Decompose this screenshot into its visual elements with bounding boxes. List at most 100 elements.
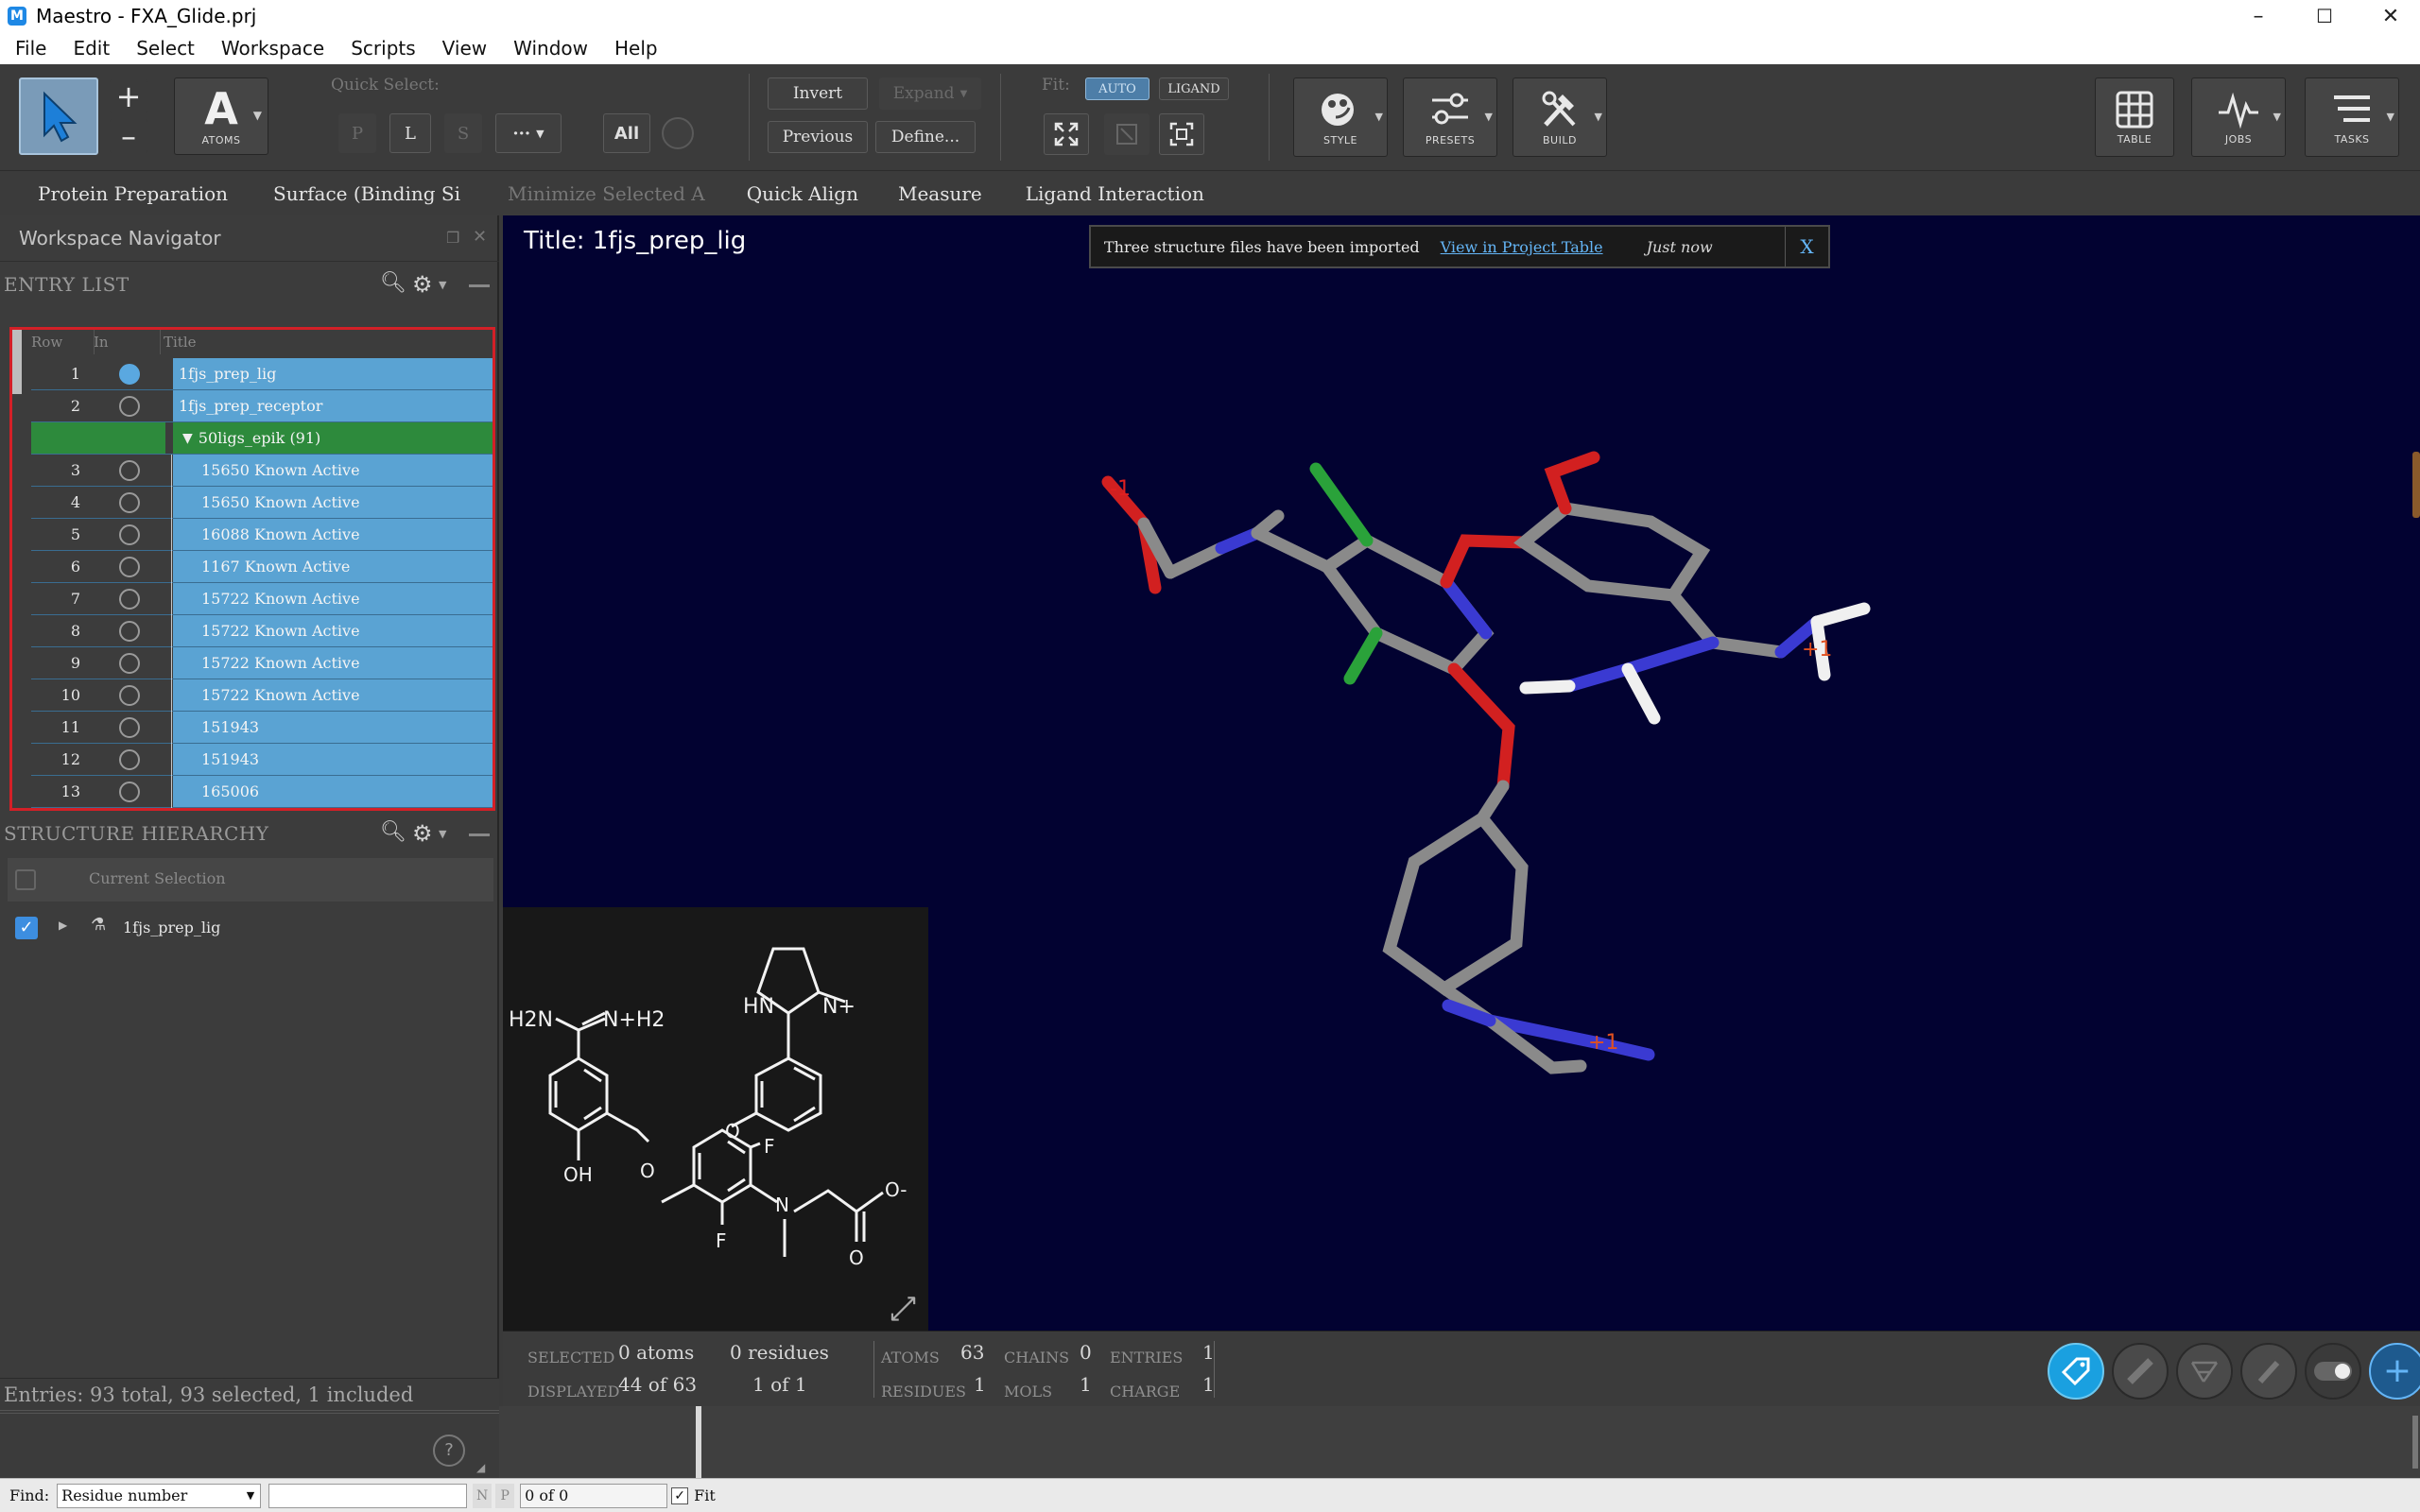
- quick-select-ligand[interactable]: L: [389, 113, 431, 153]
- jobs-button[interactable]: JOBS ▼: [2191, 77, 2286, 157]
- menu-workspace[interactable]: Workspace: [221, 37, 324, 60]
- fav-ligand-interaction[interactable]: Ligand Interaction: [1026, 182, 1204, 205]
- collapse-section-icon[interactable]: [469, 284, 490, 287]
- fav-protein-preparation[interactable]: Protein Preparation: [38, 182, 228, 205]
- chevron-down-icon[interactable]: ▼: [439, 828, 446, 840]
- entry-include-cell[interactable]: [94, 487, 165, 518]
- surface-tool-button[interactable]: [2176, 1343, 2233, 1400]
- toggle-view-button[interactable]: [2305, 1343, 2361, 1400]
- entry-group-row[interactable]: ▼ 50ligs_epik (91): [31, 422, 493, 455]
- menu-select[interactable]: Select: [136, 37, 195, 60]
- entry-row[interactable]: 11 151943: [31, 712, 493, 744]
- previous-selection-button[interactable]: Previous: [768, 121, 868, 153]
- menu-window[interactable]: Window: [513, 37, 588, 60]
- gear-icon[interactable]: ⚙: [412, 271, 433, 298]
- undock-icon[interactable]: ❐: [446, 229, 459, 247]
- define-selection-button[interactable]: Define...: [875, 121, 976, 153]
- fit-checkbox-checked[interactable]: ✓: [671, 1486, 689, 1504]
- menu-edit[interactable]: Edit: [73, 37, 110, 60]
- close-window-button[interactable]: ✕: [2358, 0, 2420, 32]
- fit-to-screen-button[interactable]: [1044, 113, 1089, 155]
- maximize-button[interactable]: ☐: [2291, 0, 2358, 32]
- fit-auto-toggle[interactable]: AUTO: [1085, 77, 1150, 100]
- group-expanded-triangle-icon[interactable]: ▼: [182, 431, 193, 446]
- entry-include-cell[interactable]: [94, 744, 165, 775]
- current-selection-checkbox[interactable]: [15, 869, 36, 890]
- entry-include-cell[interactable]: [94, 390, 165, 421]
- include-radio-off-icon[interactable]: [119, 684, 140, 706]
- quick-select-solvent[interactable]: S: [444, 113, 482, 153]
- entry-include-cell[interactable]: [94, 455, 165, 486]
- search-icon[interactable]: 🔍︎: [380, 820, 406, 844]
- include-radio-off-icon[interactable]: [119, 459, 140, 481]
- quick-select-all[interactable]: All: [603, 113, 650, 153]
- chevron-down-icon[interactable]: ▼: [439, 279, 446, 291]
- current-selection-row[interactable]: Current Selection: [8, 858, 493, 902]
- menu-file[interactable]: File: [15, 37, 46, 60]
- find-next-button[interactable]: N: [473, 1483, 493, 1508]
- atoms-selection-button[interactable]: A ATOMS ▼: [174, 77, 268, 155]
- include-radio-off-icon[interactable]: [119, 781, 140, 802]
- add-panel-button[interactable]: +: [2369, 1343, 2420, 1400]
- clear-selection-icon[interactable]: [662, 117, 694, 149]
- pencil-tool-button[interactable]: [2240, 1343, 2297, 1400]
- measure-tool-button[interactable]: [2112, 1343, 2169, 1400]
- select-tool-button[interactable]: [19, 77, 98, 155]
- include-radio-off-icon[interactable]: [119, 620, 140, 642]
- style-button[interactable]: STYLE ▼: [1293, 77, 1388, 157]
- fav-measure[interactable]: Measure: [898, 182, 982, 205]
- column-header-row[interactable]: Row: [31, 330, 94, 354]
- gear-icon[interactable]: ⚙: [412, 820, 433, 847]
- include-radio-off-icon[interactable]: [119, 556, 140, 577]
- entry-include-cell[interactable]: [94, 551, 165, 582]
- remove-from-selection-button[interactable]: –: [110, 119, 147, 153]
- help-button[interactable]: ?: [433, 1435, 465, 1467]
- entry-include-cell[interactable]: [94, 712, 165, 743]
- entry-include-cell[interactable]: [94, 615, 165, 646]
- ligand-2d-sketch[interactable]: HN N+ H2N N+H2 O O F F OH N O- O ⟷: [503, 907, 928, 1331]
- column-header-title[interactable]: Title: [164, 330, 353, 354]
- sequence-scrollbar[interactable]: [2412, 1416, 2418, 1469]
- entry-row[interactable]: 13 165006: [31, 776, 493, 808]
- entry-row[interactable]: 2 1fjs_prep_receptor: [31, 390, 493, 422]
- tasks-button[interactable]: TASKS ▼: [2305, 77, 2399, 157]
- presets-button[interactable]: PRESETS ▼: [1403, 77, 1497, 157]
- find-mode-select[interactable]: Residue number ▼: [57, 1483, 262, 1508]
- include-radio-off-icon[interactable]: [119, 748, 140, 770]
- entry-include-cell[interactable]: [94, 519, 165, 550]
- include-radio-off-icon[interactable]: [119, 491, 140, 513]
- entry-row[interactable]: 6 1167 Known Active: [31, 551, 493, 583]
- label-tool-button[interactable]: [2048, 1343, 2104, 1400]
- entry-row[interactable]: 5 16088 Known Active: [31, 519, 493, 551]
- include-radio-off-icon[interactable]: [119, 652, 140, 674]
- build-button[interactable]: BUILD ▼: [1512, 77, 1607, 157]
- entry-row[interactable]: 10 15722 Known Active: [31, 679, 493, 712]
- expand-selection-button[interactable]: Expand ▼: [879, 77, 981, 110]
- viewport-scroll-handle[interactable]: [2412, 452, 2420, 518]
- fav-surface-binding-site[interactable]: Surface (Binding Si: [273, 182, 460, 205]
- entry-include-cell[interactable]: [94, 422, 165, 454]
- collapse-section-icon[interactable]: [469, 833, 490, 836]
- reset-view-button[interactable]: [1159, 113, 1204, 155]
- resize-grip-icon[interactable]: ◢: [476, 1461, 485, 1474]
- fav-quick-align[interactable]: Quick Align: [747, 182, 858, 205]
- table-scrollbar-thumb[interactable]: [12, 330, 22, 394]
- quick-select-protein[interactable]: P: [338, 113, 376, 153]
- include-radio-on-icon[interactable]: [119, 363, 140, 385]
- project-table-button[interactable]: TABLE: [2095, 77, 2174, 157]
- sequence-divider[interactable]: [696, 1406, 701, 1478]
- include-radio-off-icon[interactable]: [119, 716, 140, 738]
- menu-view[interactable]: View: [442, 37, 487, 60]
- fit-selection-button[interactable]: [1104, 113, 1150, 155]
- find-previous-button[interactable]: P: [495, 1483, 515, 1508]
- entry-row[interactable]: 1 1fjs_prep_lig: [31, 358, 493, 390]
- entry-include-cell[interactable]: [94, 583, 165, 614]
- fit-ligand-toggle[interactable]: LIGAND: [1159, 77, 1229, 100]
- entry-row[interactable]: 9 15722 Known Active: [31, 647, 493, 679]
- search-icon[interactable]: 🔍︎: [380, 271, 406, 295]
- entry-include-cell[interactable]: [94, 647, 165, 679]
- include-radio-off-icon[interactable]: [119, 524, 140, 545]
- close-panel-icon[interactable]: ✕: [473, 227, 487, 247]
- hierarchy-checkbox-checked[interactable]: ✓: [15, 917, 38, 939]
- invert-selection-button[interactable]: Invert: [768, 77, 868, 110]
